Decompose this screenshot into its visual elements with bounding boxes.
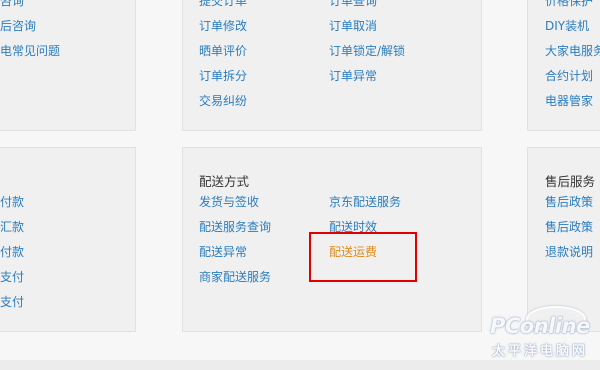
link-order-query[interactable]: 订单查询	[329, 0, 377, 8]
link-large-appliance-service[interactable]: 大家电服务	[545, 44, 600, 58]
link-wallet-payment[interactable]: 钱包支付	[0, 295, 24, 309]
link-shipping-and-receipt[interactable]: 发货与签收	[199, 195, 259, 209]
link-logistics-inquiry[interactable]: 物流咨询	[0, 0, 24, 8]
link-cancel-order[interactable]: 订单取消	[329, 19, 377, 33]
link-delivery-service-query[interactable]: 配送服务查询	[199, 220, 271, 234]
link-modify-order[interactable]: 订单修改	[199, 19, 247, 33]
link-trade-dispute[interactable]: 交易纠纷	[199, 94, 247, 108]
footer-strip	[0, 360, 600, 370]
link-appliance-butler[interactable]: 电器管家	[545, 94, 593, 108]
link-post-review[interactable]: 晒单评价	[199, 44, 247, 58]
after-sales-heading: 售后服务	[545, 174, 596, 189]
highlight-box	[309, 232, 417, 282]
link-submit-order[interactable]: 提交订单	[199, 0, 247, 8]
link-after-sales-policy-2[interactable]: 售后政策	[545, 220, 593, 234]
pconline-watermark: PConline 太平洋电脑网	[488, 300, 600, 360]
link-cash-on-delivery[interactable]: 货到付款	[0, 195, 24, 209]
delivery-heading: 配送方式	[199, 174, 250, 189]
link-appliance-faq[interactable]: 家电常见问题	[0, 44, 60, 58]
link-invoice-payment[interactable]: 发票支付	[0, 270, 24, 284]
link-after-sales-inquiry[interactable]: 售后咨询	[0, 19, 36, 33]
link-order-exception[interactable]: 订单异常	[329, 69, 377, 83]
link-after-sales-policy-1[interactable]: 售后政策	[545, 195, 593, 209]
link-split-order[interactable]: 订单拆分	[199, 69, 247, 83]
link-installment[interactable]: 分期付款	[0, 245, 24, 259]
link-contract-plan[interactable]: 合约计划	[545, 69, 593, 83]
link-refund-description[interactable]: 退款说明	[545, 245, 593, 259]
link-lock-order[interactable]: 订单锁定/解锁	[329, 44, 405, 58]
link-jd-delivery-service[interactable]: 京东配送服务	[329, 195, 401, 209]
link-diy-build[interactable]: DIY装机	[545, 19, 589, 33]
link-delivery-exception[interactable]: 配送异常	[199, 245, 247, 259]
link-postal-remittance[interactable]: 邮局汇款	[0, 220, 24, 234]
watermark-sub-text: 太平洋电脑网	[492, 344, 589, 359]
link-merchant-delivery-service[interactable]: 商家配送服务	[199, 270, 271, 284]
watermark-main-text: PConline	[490, 314, 590, 338]
link-price-protection[interactable]: 价格保护	[545, 0, 593, 8]
